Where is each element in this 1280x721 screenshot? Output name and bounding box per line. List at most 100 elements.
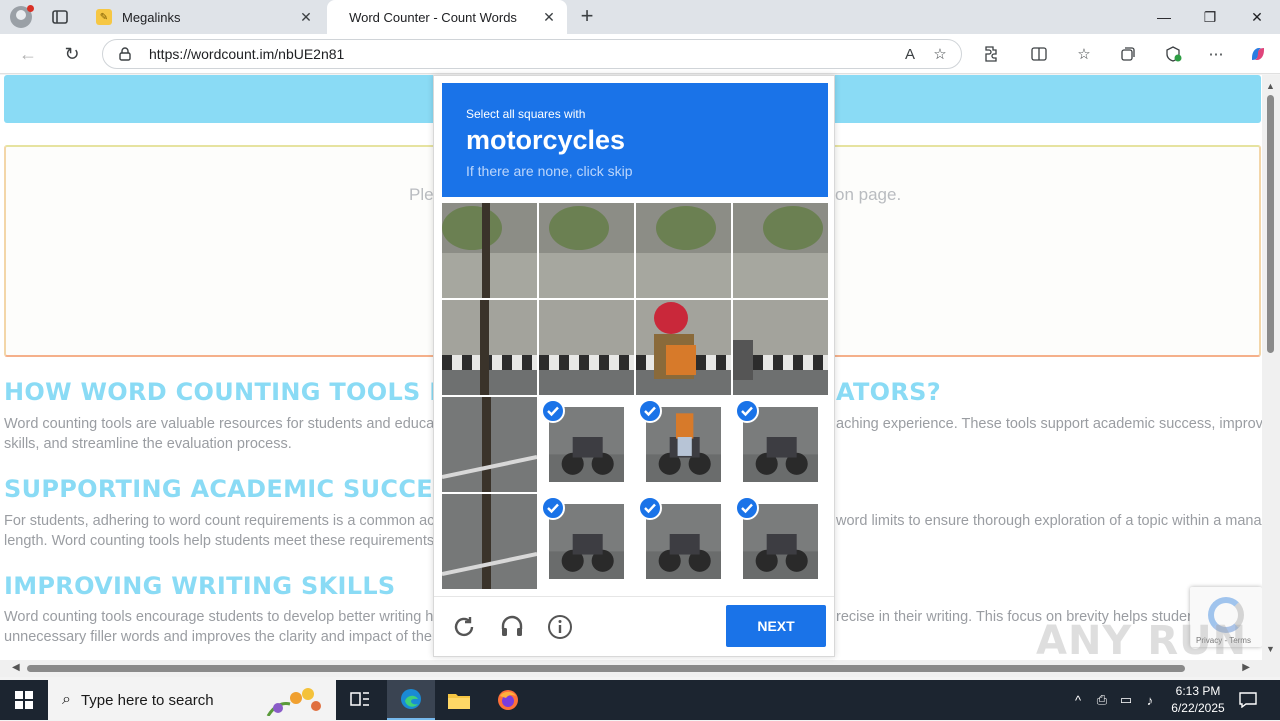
system-clock[interactable]: 6:13 PM 6/22/2025 — [1160, 683, 1236, 717]
search-highlight-flowers-icon — [258, 686, 328, 717]
tab-actions-icon[interactable] — [50, 7, 70, 27]
read-aloud-icon[interactable]: A — [895, 39, 925, 69]
tab-word-counter[interactable]: Word Counter - Count Words ✕ — [327, 0, 567, 34]
new-tab-button[interactable]: + — [576, 5, 598, 28]
challenge-target: motorcycles — [466, 125, 626, 155]
challenge-tile[interactable] — [733, 300, 828, 395]
tile-image — [733, 300, 828, 395]
megalinks-favicon-icon: ✎ — [96, 9, 112, 25]
selected-check-icon — [638, 399, 662, 423]
challenge-tile[interactable] — [442, 300, 537, 395]
close-tab-icon[interactable]: ✕ — [296, 7, 316, 27]
paragraph-line: word limits to ensure thorough explorati… — [836, 513, 1262, 529]
tab-strip: ✎ Megalinks ✕ Word Counter - Count Words… — [0, 0, 1280, 34]
tile-image — [442, 203, 537, 298]
anyrun-watermark: ANY RUN — [1036, 618, 1248, 660]
show-hidden-icons-icon[interactable]: ^ — [1068, 680, 1088, 720]
scroll-up-arrow-icon[interactable]: ▲ — [1266, 81, 1275, 91]
restore-button[interactable]: ❐ — [1187, 0, 1233, 34]
horizontal-scrollbar[interactable]: ◀ ▶ — [0, 660, 1262, 677]
address-bar[interactable]: https://wordcount.im/nbUE2n81 A ☆ — [102, 39, 962, 69]
volume-icon[interactable]: ♪ — [1140, 680, 1160, 720]
task-view-icon[interactable] — [336, 680, 384, 720]
minimize-button[interactable]: — — [1141, 0, 1187, 34]
challenge-tile[interactable] — [539, 203, 634, 298]
close-tab-icon[interactable]: ✕ — [539, 7, 559, 27]
challenge-tile[interactable] — [636, 494, 731, 589]
url-text[interactable]: https://wordcount.im/nbUE2n81 — [149, 46, 895, 62]
search-icon: ⌕ — [62, 691, 71, 708]
network-icon[interactable]: ▭ — [1116, 680, 1136, 720]
challenge-tile[interactable] — [636, 203, 731, 298]
challenge-instruction: Select all squares with — [466, 107, 586, 121]
heading-word-counting-tools-tail: ATORS? — [836, 378, 941, 406]
refresh-challenge-icon[interactable] — [449, 612, 479, 642]
vertical-scroll-thumb[interactable] — [1267, 95, 1274, 353]
favorites-icon[interactable]: ☆ — [1072, 42, 1096, 66]
start-windows-icon[interactable] — [0, 680, 48, 720]
tile-image — [442, 300, 537, 395]
tile-image — [442, 494, 537, 589]
tab-title: Word Counter - Count Words — [349, 9, 517, 25]
vertical-scrollbar[interactable]: ▲ ▼ — [1262, 75, 1280, 660]
close-window-button[interactable]: ✕ — [1234, 0, 1280, 34]
selected-check-icon — [638, 496, 662, 520]
copilot-icon[interactable] — [1246, 42, 1270, 66]
refresh-icon[interactable]: ↻ — [60, 42, 84, 66]
scroll-left-arrow-icon[interactable]: ◀ — [12, 662, 20, 673]
taskbar-search-box[interactable]: ⌕ Type here to search — [48, 680, 336, 720]
challenge-tile[interactable] — [539, 300, 634, 395]
challenge-tile[interactable] — [539, 397, 634, 492]
edge-browser-icon[interactable] — [387, 680, 435, 720]
challenge-tile[interactable] — [733, 494, 828, 589]
challenge-hint: If there are none, click skip — [466, 163, 633, 179]
challenge-tile[interactable] — [442, 494, 537, 589]
info-icon[interactable] — [545, 612, 575, 642]
audio-challenge-icon[interactable] — [497, 612, 527, 642]
scroll-down-arrow-icon[interactable]: ▼ — [1266, 644, 1275, 654]
tile-image — [636, 300, 731, 395]
file-explorer-icon[interactable] — [435, 680, 483, 720]
challenge-image-grid — [442, 203, 828, 589]
challenge-tile[interactable] — [442, 203, 537, 298]
paragraph-line: skills, and streamline the evaluation pr… — [4, 436, 292, 452]
notification-dot — [27, 5, 34, 12]
challenge-tile[interactable] — [539, 494, 634, 589]
extensions-icon[interactable] — [979, 42, 1003, 66]
tile-image — [442, 397, 537, 492]
tab-megalinks[interactable]: ✎ Megalinks ✕ — [88, 0, 324, 34]
favorite-star-icon[interactable]: ☆ — [925, 39, 955, 69]
next-button[interactable]: NEXT — [726, 605, 826, 647]
textarea-placeholder-end: on page. — [835, 185, 902, 204]
challenge-tile[interactable] — [636, 397, 731, 492]
settings-more-icon[interactable]: ⋯ — [1204, 42, 1228, 66]
clock-time: 6:13 PM — [1175, 684, 1221, 698]
firefox-icon[interactable] — [484, 680, 532, 720]
selected-check-icon — [541, 399, 565, 423]
scroll-right-arrow-icon[interactable]: ▶ — [1242, 662, 1250, 673]
captcha-challenge-dialog: Select all squares with motorcycles If t… — [433, 75, 835, 657]
windows-taskbar: ⌕ Type here to search ^ ⎙ ▭ ♪ 6:13 PM 6/… — [0, 680, 1280, 720]
tile-image — [733, 203, 828, 298]
selected-check-icon — [541, 496, 565, 520]
heading-improving-writing-skills: IMPROVING WRITING SKILLS — [4, 572, 396, 600]
horizontal-scroll-thumb[interactable] — [27, 665, 1185, 672]
tile-image — [539, 203, 634, 298]
browser-essentials-icon[interactable] — [1161, 42, 1185, 66]
challenge-tile[interactable] — [733, 203, 828, 298]
paragraph-line: For students, adhering to word count req… — [4, 513, 451, 529]
lock-icon[interactable] — [117, 46, 133, 62]
collections-icon[interactable] — [1116, 42, 1140, 66]
heading-supporting-academic-success: SUPPORTING ACADEMIC SUCCE — [4, 475, 433, 503]
heading-word-counting-tools: HOW WORD COUNTING TOOLS B — [4, 378, 448, 406]
notification-center-icon[interactable] — [1236, 680, 1260, 720]
challenge-tile[interactable] — [442, 397, 537, 492]
tile-image — [539, 300, 634, 395]
tray-device-icon[interactable]: ⎙ — [1092, 680, 1112, 720]
split-screen-icon[interactable] — [1027, 42, 1051, 66]
browser-toolbar: ← ↻ https://wordcount.im/nbUE2n81 A ☆ ☆ … — [0, 34, 1280, 74]
challenge-tile[interactable] — [636, 300, 731, 395]
challenge-tile[interactable] — [733, 397, 828, 492]
back-icon[interactable]: ← — [16, 42, 40, 66]
paragraph-line: aching experience. These tools support a… — [836, 416, 1262, 432]
